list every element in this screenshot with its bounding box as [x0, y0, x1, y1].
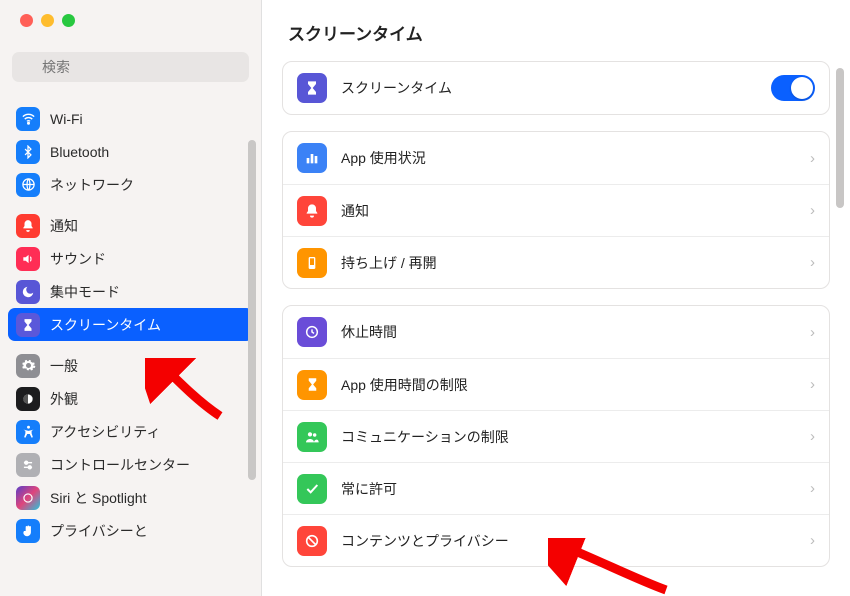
close-window-button[interactable]: [20, 14, 33, 27]
chevron-right-icon: ›: [810, 428, 815, 445]
sidebar-item-accessibility[interactable]: アクセシビリティ: [8, 415, 253, 448]
panel-screentime-toggle: スクリーンタイム: [282, 61, 830, 115]
sidebar-item-label: Wi-Fi: [50, 111, 83, 127]
search-box: [12, 52, 249, 82]
chevron-right-icon: ›: [810, 150, 815, 167]
moon-icon: [16, 280, 40, 304]
row-label: App 使用時間の制限: [341, 375, 810, 395]
window-controls: [0, 0, 261, 42]
chevron-right-icon: ›: [810, 480, 815, 497]
wifi-icon: [16, 107, 40, 131]
hand-icon: [16, 519, 40, 543]
row-label: 持ち上げ / 再開: [341, 253, 810, 273]
sidebar-item-label: プライバシーと: [50, 521, 148, 541]
row-downtime[interactable]: 休止時間 ›: [283, 306, 829, 358]
bell-icon: [297, 196, 327, 226]
row-label: 常に許可: [341, 479, 810, 499]
sidebar-scrollbar-thumb[interactable]: [248, 140, 256, 480]
panel-limits: 休止時間 › App 使用時間の制限 › コミュニケーションの制限 ›: [282, 305, 830, 567]
row-app-limits[interactable]: App 使用時間の制限 ›: [283, 358, 829, 410]
sidebar-item-screentime[interactable]: スクリーンタイム: [8, 308, 253, 341]
row-wake[interactable]: 持ち上げ / 再開 ›: [283, 236, 829, 288]
chevron-right-icon: ›: [810, 254, 815, 271]
row-notifications-report[interactable]: 通知 ›: [283, 184, 829, 236]
gear-icon: [16, 354, 40, 378]
sidebar-item-focus[interactable]: 集中モード: [8, 275, 253, 308]
search-input[interactable]: [12, 52, 249, 82]
sidebar-item-bluetooth[interactable]: Bluetooth: [8, 135, 253, 168]
sidebar-item-label: サウンド: [50, 249, 106, 269]
row-label: App 使用状況: [341, 148, 810, 168]
main-scrollbar-thumb[interactable]: [836, 68, 844, 208]
sidebar-item-label: スクリーンタイム: [50, 315, 161, 335]
row-label: コミュニケーションの制限: [341, 427, 810, 447]
sidebar-item-appearance[interactable]: 外観: [8, 382, 253, 415]
sliders-icon: [16, 453, 40, 477]
panel-usage: App 使用状況 › 通知 › 持ち上げ / 再開 ›: [282, 131, 830, 289]
siri-icon: [16, 486, 40, 510]
pickup-icon: [297, 248, 327, 278]
chevron-right-icon: ›: [810, 532, 815, 549]
hourglass-icon: [16, 313, 40, 337]
sidebar-item-label: コントロールセンター: [50, 455, 190, 475]
zoom-window-button[interactable]: [62, 14, 75, 27]
row-always-allowed[interactable]: 常に許可 ›: [283, 462, 829, 514]
chart-icon: [297, 143, 327, 173]
sidebar-item-label: 通知: [50, 216, 78, 236]
sidebar-item-notifications[interactable]: 通知: [8, 209, 253, 242]
sidebar-item-general[interactable]: 一般: [8, 349, 253, 382]
sidebar-item-label: 集中モード: [50, 282, 120, 302]
sidebar-item-network[interactable]: ネットワーク: [8, 168, 253, 201]
sidebar-item-sound[interactable]: サウンド: [8, 242, 253, 275]
sidebar-item-label: 外観: [50, 389, 78, 409]
check-icon: [297, 474, 327, 504]
sidebar-item-label: ネットワーク: [50, 175, 134, 195]
nosign-icon: [297, 526, 327, 556]
globe-icon: [16, 173, 40, 197]
page-title: スクリーンタイム: [282, 0, 830, 61]
minimize-window-button[interactable]: [41, 14, 54, 27]
sidebar-item-controlcenter[interactable]: コントロールセンター: [8, 448, 253, 481]
sidebar: Wi-Fi Bluetooth ネットワーク: [0, 0, 262, 596]
screentime-toggle[interactable]: [771, 75, 815, 101]
sidebar-item-siri[interactable]: Siri と Spotlight: [8, 481, 253, 514]
sidebar-item-label: Siri と Spotlight: [50, 488, 146, 508]
sidebar-scrollbar[interactable]: [248, 140, 257, 510]
chevron-right-icon: ›: [810, 324, 815, 341]
row-label: 通知: [341, 201, 810, 221]
settings-window: Wi-Fi Bluetooth ネットワーク: [0, 0, 850, 596]
row-label: 休止時間: [341, 322, 810, 342]
main-content: スクリーンタイム スクリーンタイム App 使用状況 ›: [262, 0, 850, 596]
row-app-usage[interactable]: App 使用状況 ›: [283, 132, 829, 184]
hourglass-icon: [297, 370, 327, 400]
sidebar-nav: Wi-Fi Bluetooth ネットワーク: [0, 90, 261, 586]
people-icon: [297, 422, 327, 452]
hourglass-icon: [297, 73, 327, 103]
chevron-right-icon: ›: [810, 202, 815, 219]
row-communication-limits[interactable]: コミュニケーションの制限 ›: [283, 410, 829, 462]
speaker-icon: [16, 247, 40, 271]
row-label: コンテンツとプライバシー: [341, 531, 810, 551]
clock-icon: [297, 317, 327, 347]
toggle-knob: [791, 77, 813, 99]
sidebar-item-label: アクセシビリティ: [50, 422, 160, 442]
row-screentime-toggle[interactable]: スクリーンタイム: [283, 62, 829, 114]
row-label: スクリーンタイム: [341, 78, 771, 98]
sidebar-item-label: 一般: [50, 356, 78, 376]
sidebar-item-label: Bluetooth: [50, 144, 109, 160]
bluetooth-icon: [16, 140, 40, 164]
accessibility-icon: [16, 420, 40, 444]
bell-icon: [16, 214, 40, 238]
chevron-right-icon: ›: [810, 376, 815, 393]
sidebar-item-wifi[interactable]: Wi-Fi: [8, 102, 253, 135]
appearance-icon: [16, 387, 40, 411]
sidebar-item-privacy[interactable]: プライバシーと: [8, 514, 253, 547]
row-content-privacy[interactable]: コンテンツとプライバシー ›: [283, 514, 829, 566]
